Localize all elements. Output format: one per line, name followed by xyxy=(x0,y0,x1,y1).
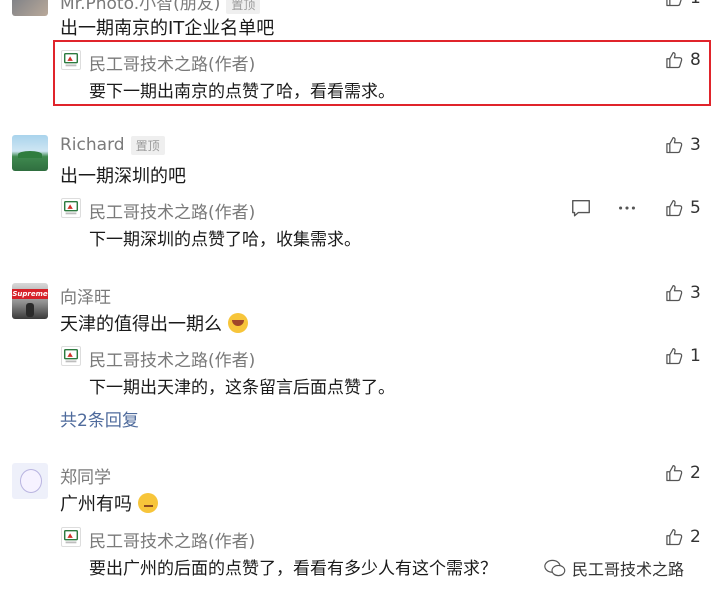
author-avatar[interactable] xyxy=(61,198,81,218)
thumbs-up-icon xyxy=(664,50,684,70)
author-avatar[interactable] xyxy=(61,346,81,366)
comment-text: 广州有吗 xyxy=(60,490,158,516)
author-logo-icon xyxy=(62,528,80,546)
pinned-badge: 置顶 xyxy=(226,0,261,14)
author-logo-icon xyxy=(62,199,80,217)
cartoon-face xyxy=(20,469,42,493)
like-count: 1 xyxy=(690,0,701,8)
ellipsis-icon xyxy=(619,206,635,210)
reply-text: 要下一期出南京的点赞了哈，看看需求。 xyxy=(89,82,395,102)
author-logo-icon xyxy=(62,347,80,365)
thumbs-up-icon xyxy=(664,198,684,218)
comment-text: 天津的值得出一期么 xyxy=(60,310,248,336)
comment-text: 出一期南京的IT企业名单吧 xyxy=(60,18,275,39)
like-button[interactable]: 3 xyxy=(664,135,701,155)
like-count: 3 xyxy=(690,135,701,155)
reply-text: 下一期出天津的，这条留言后面点赞了。 xyxy=(89,378,395,398)
reply-author-name[interactable]: 民工哥技术之路(作者) xyxy=(89,527,255,552)
like-button[interactable]: 1 xyxy=(664,0,701,8)
commenter-name[interactable]: Mr.Photo.小智(朋友) 置顶 xyxy=(60,0,261,14)
like-count: 8 xyxy=(690,50,701,70)
avatar[interactable] xyxy=(12,135,48,171)
reply-like-button[interactable]: 5 xyxy=(664,198,701,218)
reply-like-button[interactable]: 8 xyxy=(664,50,701,70)
comment-text-content: 天津的值得出一期么 xyxy=(60,314,222,335)
comment-text-content: 广州有吗 xyxy=(60,494,132,515)
commenter-name[interactable]: 向泽旺 xyxy=(60,283,111,308)
like-count: 1 xyxy=(690,346,701,366)
commenter-name[interactable]: 郑同学 xyxy=(60,463,111,488)
thumbs-up-icon xyxy=(664,346,684,366)
thumbs-up-icon xyxy=(664,135,684,155)
author-logo-icon xyxy=(62,51,80,69)
thumbs-up-icon xyxy=(664,283,684,303)
watermark: 民工哥技术之路 xyxy=(544,556,684,580)
reply-comment-icon[interactable] xyxy=(570,197,592,219)
watermark-text: 民工哥技术之路 xyxy=(572,560,685,579)
commenter-name-text: Mr.Photo.小智(朋友) xyxy=(60,0,221,14)
view-all-replies-link[interactable]: 共2条回复 xyxy=(60,406,139,431)
thumbs-up-icon xyxy=(664,463,684,483)
wechat-icon xyxy=(544,559,566,577)
like-count: 3 xyxy=(690,283,701,303)
reply-like-button[interactable]: 1 xyxy=(664,346,701,366)
like-button[interactable]: 3 xyxy=(664,283,701,303)
reply-text: 要出广州的后面的点赞了，看看有多少人有这个需求？ xyxy=(89,559,497,579)
comment-icon xyxy=(572,199,590,217)
like-button[interactable]: 2 xyxy=(664,463,701,483)
commenter-name[interactable]: Richard 置顶 xyxy=(60,135,165,155)
person-silhouette xyxy=(26,303,34,317)
avatar[interactable] xyxy=(12,0,48,16)
like-count: 2 xyxy=(690,527,701,547)
reply-author-name[interactable]: 民工哥技术之路(作者) xyxy=(89,50,255,75)
more-options-icon[interactable] xyxy=(616,197,638,219)
like-count: 2 xyxy=(690,463,701,483)
reply-like-button[interactable]: 2 xyxy=(664,527,701,547)
laughing-emoji-icon xyxy=(227,313,248,333)
pinned-badge: 置顶 xyxy=(130,135,165,155)
supreme-label: Supreme xyxy=(12,289,48,299)
avatar[interactable]: Supreme xyxy=(12,283,48,319)
smirk-emoji-icon xyxy=(137,493,158,513)
reply-author-name[interactable]: 民工哥技术之路(作者) xyxy=(89,346,255,371)
commenter-name-text: Richard xyxy=(60,135,125,155)
like-count: 5 xyxy=(690,198,701,218)
author-avatar[interactable] xyxy=(61,50,81,70)
island-shape xyxy=(18,151,42,158)
author-avatar[interactable] xyxy=(61,527,81,547)
thumbs-up-icon xyxy=(664,0,684,8)
avatar[interactable] xyxy=(12,463,48,499)
thumbs-up-icon xyxy=(664,527,684,547)
reply-author-name[interactable]: 民工哥技术之路(作者) xyxy=(89,198,255,223)
reply-text: 下一期深圳的点赞了哈，收集需求。 xyxy=(89,230,361,250)
comment-text: 出一期深圳的吧 xyxy=(60,166,186,187)
